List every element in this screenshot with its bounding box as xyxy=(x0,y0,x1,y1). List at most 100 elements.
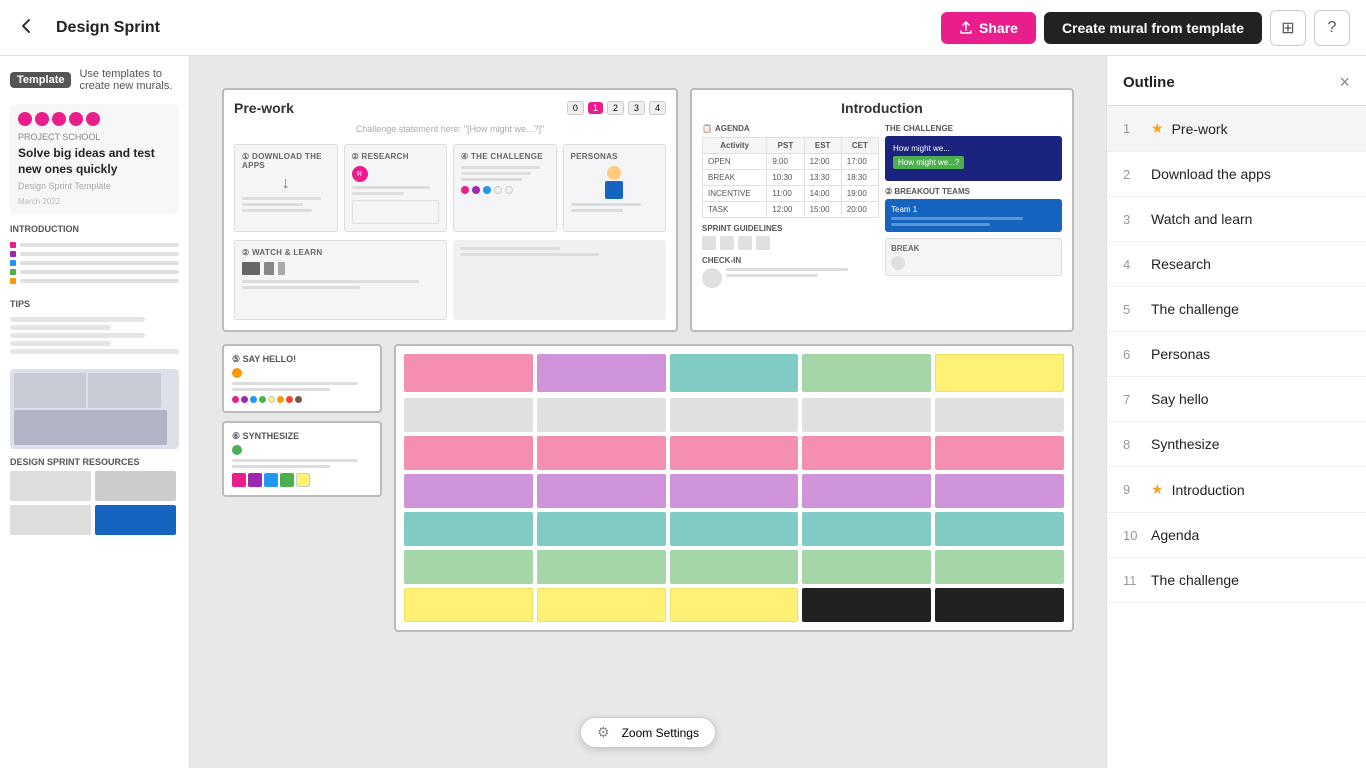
outline-item-watch[interactable]: 3 Watch and learn xyxy=(1107,197,1366,242)
zoom-bar: ⚙ Zoom Settings xyxy=(580,717,716,748)
logo-dot xyxy=(86,112,100,126)
back-button[interactable] xyxy=(16,16,36,42)
label-line xyxy=(232,459,358,462)
checkin-content xyxy=(702,268,879,288)
canvas-area[interactable]: Pre-work 0 1 2 3 4 Challenge statement h… xyxy=(190,56,1106,768)
card-line xyxy=(571,203,641,206)
star-icon: ★ xyxy=(1151,120,1164,137)
color-square xyxy=(232,473,246,487)
color-dot xyxy=(250,396,257,403)
logo-dot xyxy=(69,112,83,126)
thumb-section-tips: TIPS xyxy=(10,299,179,309)
card-line xyxy=(242,197,321,200)
thumbnail-card-1[interactable]: PROJECT SCHOOL Solve big ideas and test … xyxy=(10,104,179,214)
outline-item-introduction[interactable]: 9 ★ Introduction xyxy=(1107,467,1366,513)
agenda-dots-row xyxy=(461,186,549,194)
stickies-row-6 xyxy=(404,588,1064,622)
template-badge-row: Template Use templates to create new mur… xyxy=(10,68,179,92)
sticky-teal xyxy=(670,512,799,546)
color-dots-row xyxy=(232,396,372,403)
stickies-row-1 xyxy=(404,398,1064,432)
research-badge: R xyxy=(352,166,368,182)
grid-view-button[interactable]: ⊞ xyxy=(1270,10,1306,46)
card-title: ④ THE CHALLENGE xyxy=(461,152,549,161)
color-dot xyxy=(232,396,239,403)
outline-item-prework[interactable]: 1 ★ Pre-work xyxy=(1107,106,1366,152)
outline-item-label: Personas xyxy=(1151,346,1210,362)
outline-item-research[interactable]: 4 Research xyxy=(1107,242,1366,287)
outline-item-label: Research xyxy=(1151,256,1211,272)
create-mural-button[interactable]: Create mural from template xyxy=(1044,12,1262,44)
outline-item-challenge2[interactable]: 11 The challenge xyxy=(1107,558,1366,603)
guideline-icon xyxy=(720,236,734,250)
nav-indicator-3: 3 xyxy=(628,101,645,115)
table-row: TASK 12:00 15:00 20:00 xyxy=(703,202,879,218)
share-button[interactable]: Share xyxy=(941,12,1036,44)
guideline-icon xyxy=(702,236,716,250)
checkin-line xyxy=(726,268,848,271)
card-line xyxy=(352,186,431,189)
sticky-purple xyxy=(404,474,533,508)
guideline-icon xyxy=(738,236,752,250)
agenda-dot xyxy=(10,242,16,248)
card-personas: PERSONAS xyxy=(563,144,667,232)
outline-num: 6 xyxy=(1123,347,1143,362)
nav-indicator-2: 2 xyxy=(607,101,624,115)
grid-icon: ⊞ xyxy=(1281,18,1294,38)
table-row: BREAK 10:30 13:30 18:30 xyxy=(703,170,879,186)
agenda-dot xyxy=(10,269,16,275)
card-title: ② WATCH & LEARN xyxy=(242,248,439,257)
outline-num: 7 xyxy=(1123,392,1143,407)
sticky-purple xyxy=(670,474,799,508)
color-dot xyxy=(286,396,293,403)
zoom-settings-label[interactable]: Zoom Settings xyxy=(622,726,699,740)
sticky-purple xyxy=(935,474,1064,508)
canvas-scroll: Pre-work 0 1 2 3 4 Challenge statement h… xyxy=(206,72,1090,752)
color-square xyxy=(296,473,310,487)
color-dots-row-2 xyxy=(232,473,372,487)
close-icon: × xyxy=(1339,72,1350,92)
color-dot xyxy=(295,396,302,403)
monitor-icon xyxy=(242,262,260,275)
outline-item-agenda[interactable]: 10 Agenda xyxy=(1107,513,1366,558)
persona-body xyxy=(605,181,623,199)
stickies-row-4 xyxy=(404,512,1064,546)
outline-item-label: The challenge xyxy=(1151,572,1239,588)
outline-close-button[interactable]: × xyxy=(1339,72,1350,93)
card-line xyxy=(460,247,560,250)
intro-frame: Introduction 📋 AGENDA xyxy=(690,88,1074,332)
sticky-green xyxy=(404,550,533,584)
card-line xyxy=(242,203,303,206)
outline-item-challenge1[interactable]: 5 The challenge xyxy=(1107,287,1366,332)
intro-right-col: THE CHALLENGE How might we... How might … xyxy=(885,124,1062,288)
canvas-thumbnail[interactable] xyxy=(10,369,179,449)
outline-item-label: Download the apps xyxy=(1151,166,1271,182)
checkin-avatar xyxy=(702,268,722,288)
sticky-green xyxy=(670,550,799,584)
agenda-dot xyxy=(10,278,16,284)
help-button[interactable]: ? xyxy=(1314,10,1350,46)
outline-num: 5 xyxy=(1123,302,1143,317)
stickies-row-5 xyxy=(404,550,1064,584)
card-line xyxy=(571,209,624,212)
outline-item-download[interactable]: 2 Download the apps xyxy=(1107,152,1366,197)
sticky-teal xyxy=(404,512,533,546)
prework-frame: Pre-work 0 1 2 3 4 Challenge statement h… xyxy=(222,88,678,332)
agenda-line xyxy=(20,261,179,265)
card-line xyxy=(461,166,540,169)
thumb-title: Solve big ideas and test new ones quickl… xyxy=(18,146,171,177)
sticky-pink xyxy=(537,436,666,470)
sticky-green xyxy=(802,550,931,584)
outline-item-label: Synthesize xyxy=(1151,436,1219,452)
color-square xyxy=(248,473,262,487)
sticky-grey xyxy=(935,398,1064,432)
thumb-date: March 2022 xyxy=(18,197,171,206)
nav-indicators: 0 1 2 3 4 xyxy=(567,101,666,115)
card-line xyxy=(242,286,360,289)
sticky-pink xyxy=(404,436,533,470)
outline-item-say-hello[interactable]: 7 Say hello xyxy=(1107,377,1366,422)
sticky-dark xyxy=(935,588,1064,622)
outline-item-personas[interactable]: 6 Personas xyxy=(1107,332,1366,377)
agenda-item-2 xyxy=(10,251,179,257)
outline-item-synthesize[interactable]: 8 Synthesize xyxy=(1107,422,1366,467)
